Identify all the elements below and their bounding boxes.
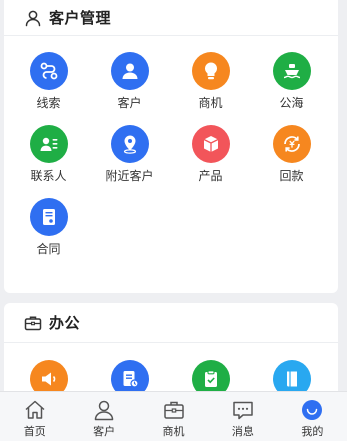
office-app-grid (4, 343, 338, 398)
app-label: 合同 (36, 242, 61, 256)
person-icon (92, 398, 116, 422)
app-label: 客户 (117, 96, 142, 110)
bulb-icon (191, 52, 230, 90)
crm-section-title: 客户管理 (49, 9, 112, 27)
app-customer[interactable]: 客户 (89, 52, 170, 110)
home-icon (23, 398, 47, 422)
app-label: 联系人 (30, 169, 67, 183)
app-nearby-customers[interactable]: 附近客户 (89, 125, 170, 183)
office-section-title: 办公 (49, 314, 81, 332)
contacts-icon (29, 125, 68, 163)
app-contracts[interactable]: 合同 (8, 198, 89, 256)
customer-icon (110, 52, 149, 90)
tab-me[interactable]: 我的 (278, 392, 347, 441)
tab-messages[interactable]: 消息 (208, 392, 277, 441)
tab-label: 商机 (162, 425, 185, 438)
crm-app-grid: 线索 客户 商机 公海 联系人 附近客户 产品 回款 合同 (4, 36, 338, 256)
app-label: 产品 (198, 169, 223, 183)
app-workbench: 客户管理 线索 客户 商机 公海 联系人 附近客户 产品 回款 合同 办公 首页… (0, 0, 347, 441)
app-label: 回款 (279, 169, 304, 183)
user-outline-icon (24, 9, 42, 27)
app-opportunity[interactable]: 商机 (170, 52, 251, 110)
bottom-tab-bar: 首页 客户 商机 消息 我的 (0, 391, 347, 441)
box-icon (191, 125, 230, 163)
app-label: 附近客户 (105, 169, 154, 183)
app-public-pool[interactable]: 公海 (251, 52, 332, 110)
crm-section-header: 客户管理 (4, 0, 338, 36)
app-payments[interactable]: 回款 (251, 125, 332, 183)
app-contacts[interactable]: 联系人 (8, 125, 89, 183)
app-products[interactable]: 产品 (170, 125, 251, 183)
app-label: 公海 (279, 96, 304, 110)
ship-icon (272, 52, 311, 90)
tab-label: 我的 (301, 425, 324, 438)
tab-customers[interactable]: 客户 (69, 392, 138, 441)
profile-icon (300, 398, 324, 422)
tab-label: 首页 (23, 425, 46, 438)
office-section-header: 办公 (4, 303, 338, 343)
payment-icon (272, 125, 311, 163)
tab-home[interactable]: 首页 (0, 392, 69, 441)
contract-icon (29, 198, 68, 236)
app-label: 线索 (36, 96, 61, 110)
message-icon (231, 398, 255, 422)
app-leads[interactable]: 线索 (8, 52, 89, 110)
app-label: 商机 (198, 96, 223, 110)
location-icon (110, 125, 149, 163)
tab-label: 客户 (93, 425, 116, 438)
briefcase-icon (24, 314, 42, 332)
crm-section-card: 客户管理 线索 客户 商机 公海 联系人 附近客户 产品 回款 合同 (4, 0, 338, 293)
briefcase-icon (162, 398, 186, 422)
tab-opportunities[interactable]: 商机 (139, 392, 208, 441)
tab-label: 消息 (231, 425, 254, 438)
leads-icon (29, 52, 68, 90)
